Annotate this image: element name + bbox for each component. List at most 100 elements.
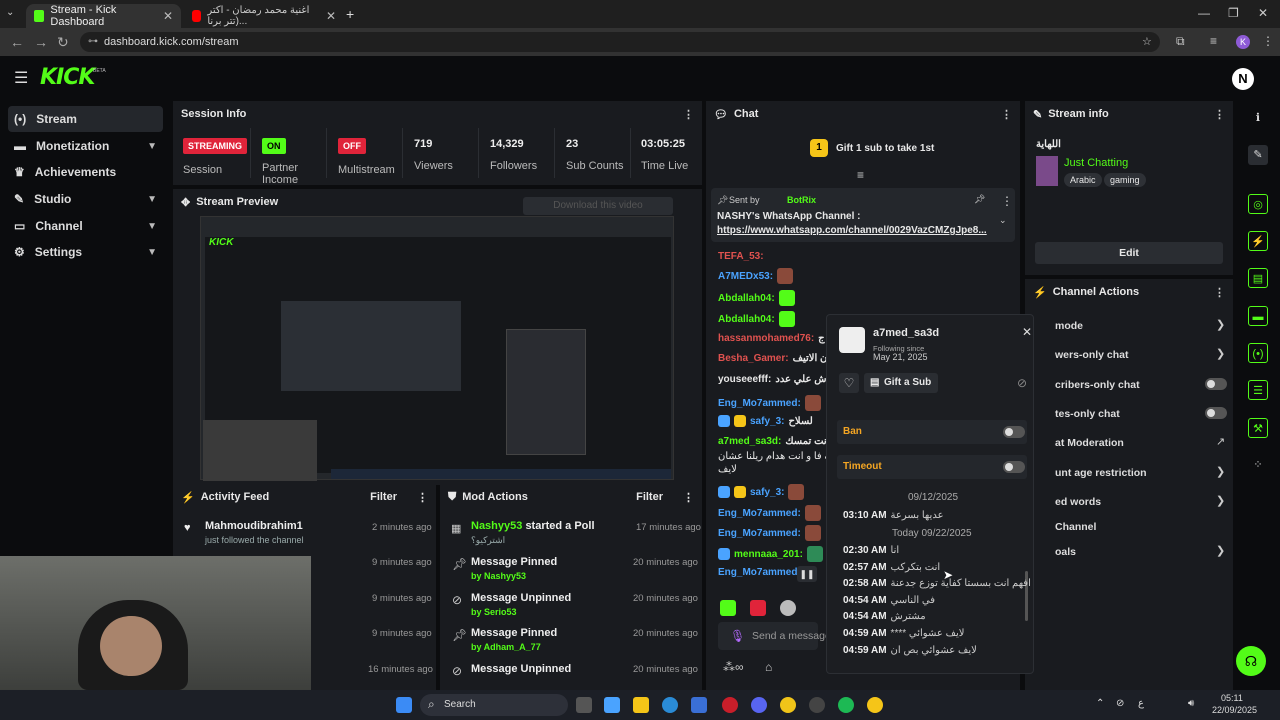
discord-icon[interactable] [751,697,767,713]
channel-action-item[interactable]: unt age restriction [1055,467,1147,479]
wrench-icon[interactable]: ⚒ [1248,418,1268,438]
profile-avatar[interactable]: K [1236,35,1250,49]
chevron-down-icon[interactable]: ⌄ [999,215,1007,226]
tab-youtube[interactable]: اغنية محمد رمضان - اكتر (تتر برنا... ✕ [184,4,344,28]
copilot-icon[interactable] [604,697,620,713]
chat-username[interactable]: Eng_Mo7ammed: [718,528,801,539]
file-explorer-icon[interactable] [633,697,649,713]
bookmark-star-icon[interactable]: ☆ [1142,32,1152,52]
user-avatar[interactable]: N [1232,68,1254,90]
url-field[interactable]: ⊶ dashboard.kick.com/stream ☆ [80,32,1160,52]
chat-input[interactable]: 🎙︎ Send a message [718,622,831,650]
mod-action-user[interactable]: Nashyy53 [471,520,522,532]
edit-layout-icon[interactable]: ✎ [1248,145,1268,165]
pause-chat-icon[interactable]: ❚❚ [797,566,817,582]
reading-list-icon[interactable]: ≡ [1210,34,1217,48]
more-options-icon[interactable]: ⋮ [1214,286,1225,299]
gift-banner-text[interactable]: Gift 1 sub to take 1st [836,143,934,154]
channel-action-item[interactable]: at Moderation [1055,437,1124,449]
chevron-up-icon[interactable]: ⌃ [1096,698,1104,709]
forward-icon[interactable]: → [34,34,48,50]
mute-icon[interactable]: ⊘ [1017,376,1027,390]
download-video-button[interactable]: Download this video [523,197,673,215]
broadcast-icon[interactable]: (•) [1248,343,1268,363]
external-link-icon[interactable]: ↗ [1216,435,1225,448]
chat-username[interactable]: TEFA_53: [718,251,764,262]
clock-time[interactable]: 05:11 [1221,693,1243,703]
app-icon[interactable] [722,697,738,713]
ban-toggle[interactable] [1003,426,1025,438]
chat-username[interactable]: safy_3: [750,487,784,498]
category-name[interactable]: Just Chatting [1064,157,1128,169]
chat-username[interactable]: Eng_Mo7ammed: [718,398,801,409]
sidebar-item-channel[interactable]: ▭ Channel ▼ [8,213,163,239]
info-icon[interactable]: ℹ [1248,108,1268,128]
kick-logo[interactable]: KICK [40,65,95,90]
chevron-right-icon[interactable]: ❯ [1216,494,1225,507]
tab-list-icon[interactable]: ⌄ [6,7,14,18]
follow-heart-icon[interactable]: ♡ [839,373,859,393]
chat-username[interactable]: hassanmohamed76: [718,333,814,344]
store-icon[interactable] [691,697,707,713]
subscribers-only-toggle[interactable] [1205,378,1227,390]
gift-sub-button[interactable]: ▤ Gift a Sub [864,373,938,393]
apps-icon[interactable]: ⁘ [1248,455,1268,475]
activity-filter-button[interactable]: Filter [370,491,397,503]
emote-icon[interactable] [720,600,736,616]
more-options-icon[interactable]: ⋮ [1001,108,1012,121]
chevron-right-icon[interactable]: ❯ [1216,318,1225,331]
mic-icon[interactable]: 🎙︎ [730,629,745,643]
emote-icon[interactable] [780,600,796,616]
chat-username[interactable]: safy_3: [750,416,784,427]
focus-icon[interactable]: ◎ [1248,194,1268,214]
more-options-icon[interactable]: ⋮ [683,108,694,121]
channel-action-item[interactable]: tes-only chat [1055,408,1120,420]
spotify-icon[interactable] [838,697,854,713]
chevron-right-icon[interactable]: ❯ [1216,465,1225,478]
chat-username[interactable]: mennaaa_201: [734,549,803,560]
chat-username[interactable]: Besha_Gamer: [718,353,789,364]
chrome-icon[interactable] [780,697,796,713]
chevron-right-icon[interactable]: ❯ [1216,347,1225,360]
close-tab-icon[interactable]: ✕ [326,9,336,23]
chat-username[interactable]: youseeefff: [718,374,771,385]
tab-kick-dashboard[interactable]: Stream - Kick Dashboard ✕ [26,4,181,28]
timeout-toggle[interactable] [1003,461,1025,473]
sidebar-item-studio[interactable]: ✎ Studio ▼ [8,186,163,212]
more-options-icon[interactable]: ⋮ [1001,194,1013,208]
close-tab-icon[interactable]: ✕ [163,9,173,23]
emote-icon[interactable] [750,600,766,616]
channel-action-item[interactable]: oals [1055,546,1076,558]
back-icon[interactable]: ← [10,34,24,50]
pin-icon[interactable]: 📌︎ [974,194,985,205]
activity-username[interactable]: Mahmoudibrahim1 [205,520,303,532]
taskbar-search[interactable]: ⌕ Search [420,694,568,716]
pinned-sender[interactable]: BotRix [787,195,816,205]
minimize-icon[interactable]: — [1198,6,1210,20]
edge-icon[interactable] [662,697,678,713]
reload-icon[interactable]: ↻ [57,34,69,51]
channel-action-item[interactable]: mode [1055,320,1083,332]
sidebar-item-monetization[interactable]: ▬ Monetization ▼ [8,133,163,159]
windows-start-icon[interactable] [396,697,412,713]
support-headset-icon[interactable]: ☊ [1236,646,1266,676]
mod-filter-button[interactable]: Filter [636,491,663,503]
emotes-only-toggle[interactable] [1205,407,1227,419]
layout-icon[interactable]: ☰ [1248,380,1268,400]
more-options-icon[interactable]: ⋮ [683,491,694,504]
chat-username[interactable]: Abdallah04: [718,314,775,325]
chat-bubble-icon[interactable]: ▬ [1248,306,1268,326]
more-options-icon[interactable]: ⋮ [417,491,428,504]
site-info-icon[interactable]: ⊶ [88,32,98,52]
new-tab-icon[interactable]: + [346,6,354,22]
obs-icon[interactable] [809,697,825,713]
restore-icon[interactable]: ❐ [1228,6,1239,20]
chat-username[interactable]: a7med_sa3d: [718,436,781,447]
channel-action-item[interactable]: ed words [1055,496,1101,508]
chat-settings-icon[interactable]: ≡ [857,168,864,182]
edit-stream-info-button[interactable]: Edit [1035,242,1223,264]
app-icon[interactable] [867,697,883,713]
chevron-right-icon[interactable]: ❯ [1216,544,1225,557]
lightning-icon[interactable]: ⚡ [1248,231,1268,251]
channel-action-item[interactable]: Channel [1055,521,1096,533]
